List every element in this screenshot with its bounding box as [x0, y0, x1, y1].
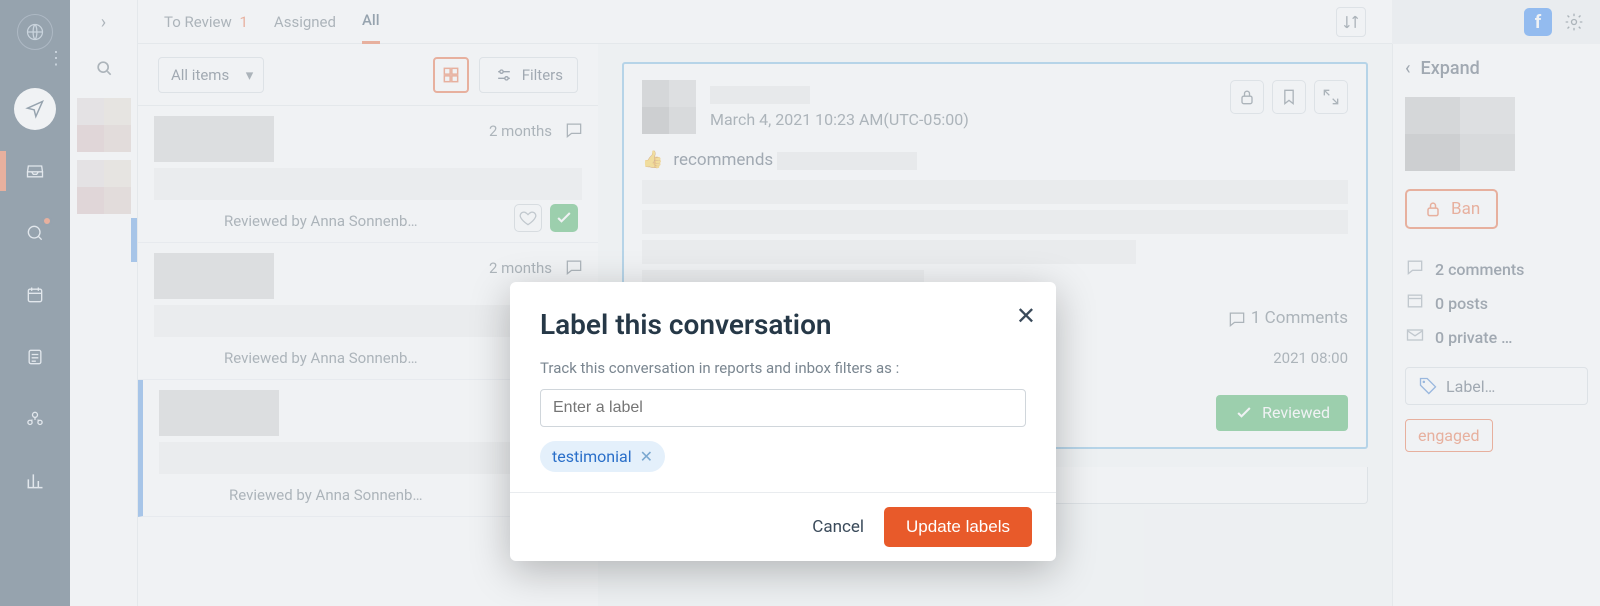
cancel-button[interactable]: Cancel [812, 517, 864, 537]
chip-label: testimonial [552, 447, 632, 466]
label-input[interactable] [540, 389, 1026, 427]
modal-subtitle: Track this conversation in reports and i… [540, 359, 1026, 377]
update-labels-button[interactable]: Update labels [884, 507, 1032, 547]
modal-close-button[interactable]: ✕ [1016, 302, 1036, 330]
chip-remove[interactable]: ✕ [640, 447, 653, 466]
modal-title: Label this conversation [540, 308, 1026, 341]
label-modal: ✕ Label this conversation Track this con… [510, 282, 1056, 561]
label-chip: testimonial ✕ [540, 441, 665, 472]
